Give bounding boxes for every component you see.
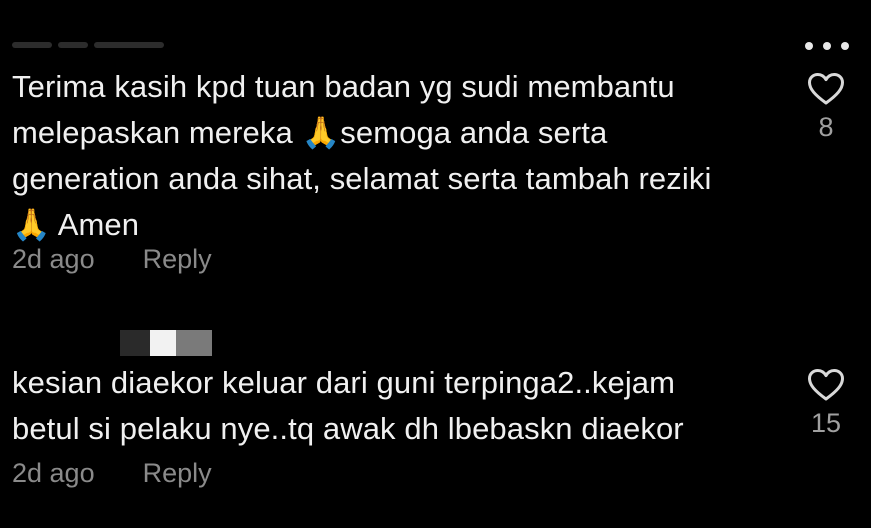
comment-time: 2d ago [12,244,95,274]
like-button[interactable]: 8 [802,72,850,143]
username-redacted [120,330,212,356]
more-options-icon[interactable] [805,40,849,52]
comment-text: Terima kasih kpd tuan badan yg sudi memb… [12,69,712,242]
like-button[interactable]: 15 [802,368,850,439]
heart-outline-icon [808,73,844,105]
like-count: 15 [810,408,842,438]
comment-meta: 2d ago Reply [12,458,212,489]
comment-text: kesian diaekor keluar dari guni terpinga… [12,365,684,446]
username-redacted [12,42,172,50]
reply-button[interactable]: Reply [143,244,212,275]
comment-meta: 2d ago Reply [12,244,212,275]
like-count: 8 [818,112,834,142]
heart-outline-icon [808,369,844,401]
comment-item-1: Terima kasih kpd tuan badan yg sudi memb… [0,0,871,300]
reply-button[interactable]: Reply [143,458,212,489]
comment-time: 2d ago [12,458,95,488]
comment-item-2: kesian diaekor keluar dari guni terpinga… [0,300,871,528]
